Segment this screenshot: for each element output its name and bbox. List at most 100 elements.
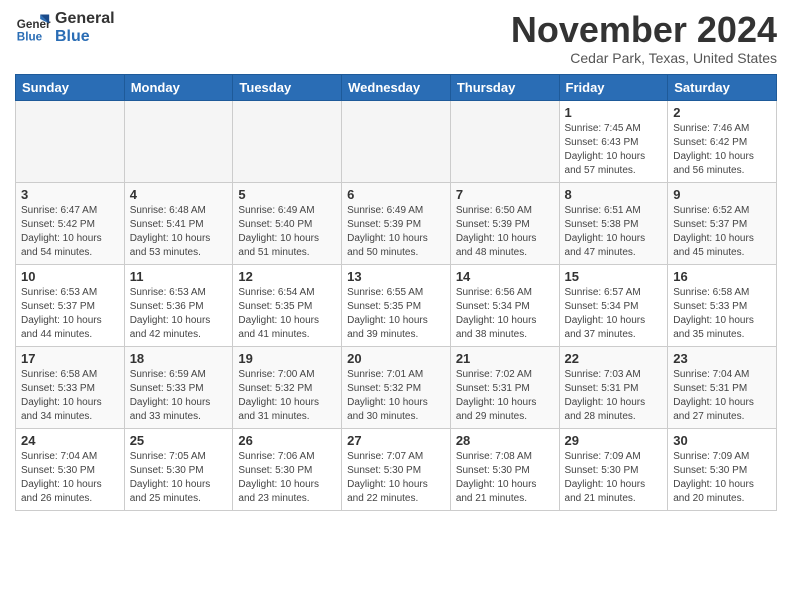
day-info: Sunrise: 6:54 AM Sunset: 5:35 PM Dayligh… xyxy=(238,286,336,342)
calendar-cell: 11 Sunrise: 6:53 AM Sunset: 5:36 PM Dayl… xyxy=(124,264,233,346)
day-info: Sunrise: 6:53 AM Sunset: 5:37 PM Dayligh… xyxy=(21,286,119,342)
day-number: 21 xyxy=(456,351,554,366)
day-info: Sunrise: 7:05 AM Sunset: 5:30 PM Dayligh… xyxy=(130,450,228,506)
calendar-cell: 19 Sunrise: 7:00 AM Sunset: 5:32 PM Dayl… xyxy=(233,346,342,428)
logo-text-general: General xyxy=(55,10,115,28)
calendar-cell xyxy=(450,100,559,182)
day-number: 2 xyxy=(673,105,771,120)
page-header: General Blue General Blue November 2024 … xyxy=(15,10,777,66)
calendar-cell: 30 Sunrise: 7:09 AM Sunset: 5:30 PM Dayl… xyxy=(668,428,777,510)
day-number: 25 xyxy=(130,433,228,448)
calendar-cell: 20 Sunrise: 7:01 AM Sunset: 5:32 PM Dayl… xyxy=(342,346,451,428)
calendar-cell: 28 Sunrise: 7:08 AM Sunset: 5:30 PM Dayl… xyxy=(450,428,559,510)
calendar-cell xyxy=(233,100,342,182)
calendar-cell: 24 Sunrise: 7:04 AM Sunset: 5:30 PM Dayl… xyxy=(16,428,125,510)
day-number: 4 xyxy=(130,187,228,202)
day-info: Sunrise: 7:07 AM Sunset: 5:30 PM Dayligh… xyxy=(347,450,445,506)
day-number: 15 xyxy=(565,269,663,284)
day-header-wednesday: Wednesday xyxy=(342,74,451,100)
day-info: Sunrise: 6:49 AM Sunset: 5:39 PM Dayligh… xyxy=(347,204,445,260)
calendar-cell: 23 Sunrise: 7:04 AM Sunset: 5:31 PM Dayl… xyxy=(668,346,777,428)
calendar-cell: 7 Sunrise: 6:50 AM Sunset: 5:39 PM Dayli… xyxy=(450,182,559,264)
calendar-cell: 12 Sunrise: 6:54 AM Sunset: 5:35 PM Dayl… xyxy=(233,264,342,346)
day-number: 19 xyxy=(238,351,336,366)
day-info: Sunrise: 7:00 AM Sunset: 5:32 PM Dayligh… xyxy=(238,368,336,424)
day-info: Sunrise: 6:51 AM Sunset: 5:38 PM Dayligh… xyxy=(565,204,663,260)
day-number: 28 xyxy=(456,433,554,448)
day-info: Sunrise: 7:09 AM Sunset: 5:30 PM Dayligh… xyxy=(565,450,663,506)
day-info: Sunrise: 7:45 AM Sunset: 6:43 PM Dayligh… xyxy=(565,122,663,178)
day-number: 24 xyxy=(21,433,119,448)
day-header-saturday: Saturday xyxy=(668,74,777,100)
calendar-week-1: 1 Sunrise: 7:45 AM Sunset: 6:43 PM Dayli… xyxy=(16,100,777,182)
day-info: Sunrise: 6:47 AM Sunset: 5:42 PM Dayligh… xyxy=(21,204,119,260)
calendar-cell: 8 Sunrise: 6:51 AM Sunset: 5:38 PM Dayli… xyxy=(559,182,668,264)
day-number: 27 xyxy=(347,433,445,448)
day-info: Sunrise: 6:50 AM Sunset: 5:39 PM Dayligh… xyxy=(456,204,554,260)
calendar-cell: 3 Sunrise: 6:47 AM Sunset: 5:42 PM Dayli… xyxy=(16,182,125,264)
calendar-cell: 6 Sunrise: 6:49 AM Sunset: 5:39 PM Dayli… xyxy=(342,182,451,264)
calendar-cell: 16 Sunrise: 6:58 AM Sunset: 5:33 PM Dayl… xyxy=(668,264,777,346)
day-info: Sunrise: 7:01 AM Sunset: 5:32 PM Dayligh… xyxy=(347,368,445,424)
calendar-week-5: 24 Sunrise: 7:04 AM Sunset: 5:30 PM Dayl… xyxy=(16,428,777,510)
calendar-cell: 25 Sunrise: 7:05 AM Sunset: 5:30 PM Dayl… xyxy=(124,428,233,510)
calendar-cell: 29 Sunrise: 7:09 AM Sunset: 5:30 PM Dayl… xyxy=(559,428,668,510)
day-info: Sunrise: 7:08 AM Sunset: 5:30 PM Dayligh… xyxy=(456,450,554,506)
day-number: 8 xyxy=(565,187,663,202)
day-number: 14 xyxy=(456,269,554,284)
calendar-cell xyxy=(342,100,451,182)
day-info: Sunrise: 6:56 AM Sunset: 5:34 PM Dayligh… xyxy=(456,286,554,342)
calendar-cell: 10 Sunrise: 6:53 AM Sunset: 5:37 PM Dayl… xyxy=(16,264,125,346)
logo-icon: General Blue xyxy=(15,10,51,46)
day-number: 23 xyxy=(673,351,771,366)
day-number: 30 xyxy=(673,433,771,448)
svg-text:Blue: Blue xyxy=(17,31,43,44)
month-title: November 2024 xyxy=(511,10,777,50)
calendar-cell: 2 Sunrise: 7:46 AM Sunset: 6:42 PM Dayli… xyxy=(668,100,777,182)
day-info: Sunrise: 6:58 AM Sunset: 5:33 PM Dayligh… xyxy=(21,368,119,424)
calendar-cell: 4 Sunrise: 6:48 AM Sunset: 5:41 PM Dayli… xyxy=(124,182,233,264)
title-area: November 2024 Cedar Park, Texas, United … xyxy=(511,10,777,66)
day-info: Sunrise: 6:53 AM Sunset: 5:36 PM Dayligh… xyxy=(130,286,228,342)
day-number: 20 xyxy=(347,351,445,366)
day-number: 16 xyxy=(673,269,771,284)
day-info: Sunrise: 7:46 AM Sunset: 6:42 PM Dayligh… xyxy=(673,122,771,178)
day-info: Sunrise: 7:09 AM Sunset: 5:30 PM Dayligh… xyxy=(673,450,771,506)
day-number: 18 xyxy=(130,351,228,366)
day-info: Sunrise: 6:48 AM Sunset: 5:41 PM Dayligh… xyxy=(130,204,228,260)
day-header-monday: Monday xyxy=(124,74,233,100)
calendar-cell: 17 Sunrise: 6:58 AM Sunset: 5:33 PM Dayl… xyxy=(16,346,125,428)
day-header-thursday: Thursday xyxy=(450,74,559,100)
day-number: 5 xyxy=(238,187,336,202)
calendar-cell: 14 Sunrise: 6:56 AM Sunset: 5:34 PM Dayl… xyxy=(450,264,559,346)
day-info: Sunrise: 7:04 AM Sunset: 5:30 PM Dayligh… xyxy=(21,450,119,506)
day-info: Sunrise: 6:58 AM Sunset: 5:33 PM Dayligh… xyxy=(673,286,771,342)
day-number: 9 xyxy=(673,187,771,202)
calendar-cell: 5 Sunrise: 6:49 AM Sunset: 5:40 PM Dayli… xyxy=(233,182,342,264)
day-number: 11 xyxy=(130,269,228,284)
day-number: 17 xyxy=(21,351,119,366)
logo: General Blue General Blue xyxy=(15,10,115,46)
day-number: 3 xyxy=(21,187,119,202)
day-info: Sunrise: 7:02 AM Sunset: 5:31 PM Dayligh… xyxy=(456,368,554,424)
day-number: 22 xyxy=(565,351,663,366)
calendar-header-row: SundayMondayTuesdayWednesdayThursdayFrid… xyxy=(16,74,777,100)
calendar-cell: 13 Sunrise: 6:55 AM Sunset: 5:35 PM Dayl… xyxy=(342,264,451,346)
day-info: Sunrise: 7:04 AM Sunset: 5:31 PM Dayligh… xyxy=(673,368,771,424)
calendar-cell: 22 Sunrise: 7:03 AM Sunset: 5:31 PM Dayl… xyxy=(559,346,668,428)
calendar-week-2: 3 Sunrise: 6:47 AM Sunset: 5:42 PM Dayli… xyxy=(16,182,777,264)
day-number: 13 xyxy=(347,269,445,284)
day-info: Sunrise: 6:52 AM Sunset: 5:37 PM Dayligh… xyxy=(673,204,771,260)
calendar-cell xyxy=(16,100,125,182)
calendar-cell: 18 Sunrise: 6:59 AM Sunset: 5:33 PM Dayl… xyxy=(124,346,233,428)
day-info: Sunrise: 6:57 AM Sunset: 5:34 PM Dayligh… xyxy=(565,286,663,342)
calendar-cell: 26 Sunrise: 7:06 AM Sunset: 5:30 PM Dayl… xyxy=(233,428,342,510)
calendar-cell: 9 Sunrise: 6:52 AM Sunset: 5:37 PM Dayli… xyxy=(668,182,777,264)
day-number: 29 xyxy=(565,433,663,448)
calendar-cell: 27 Sunrise: 7:07 AM Sunset: 5:30 PM Dayl… xyxy=(342,428,451,510)
day-header-tuesday: Tuesday xyxy=(233,74,342,100)
logo-text-blue: Blue xyxy=(55,28,115,46)
day-number: 1 xyxy=(565,105,663,120)
day-info: Sunrise: 6:49 AM Sunset: 5:40 PM Dayligh… xyxy=(238,204,336,260)
location: Cedar Park, Texas, United States xyxy=(511,50,777,66)
